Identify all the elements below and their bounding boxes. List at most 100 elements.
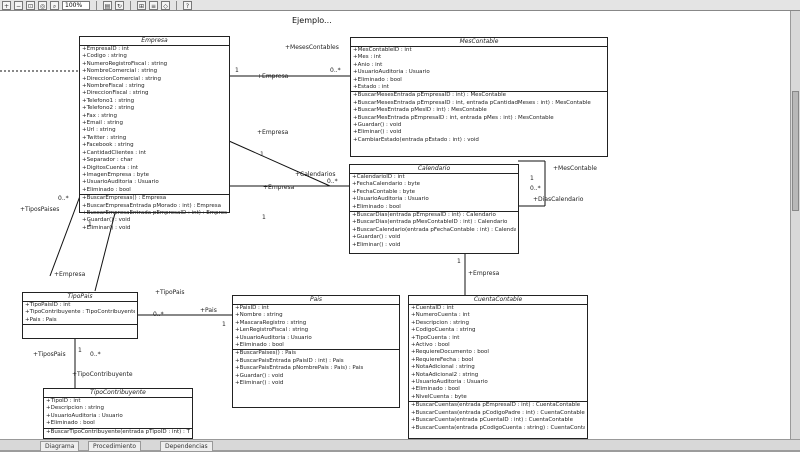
method: +BuscarMesEntrada pEmpresaID : int, entr…: [353, 114, 554, 121]
multiplicity: 0..*: [153, 311, 164, 318]
zoom-out-icon[interactable]: −: [14, 0, 23, 10]
attribute: +UsuarioAuditoria : Usuario: [235, 334, 312, 341]
attribute: +DireccionComercial : string: [82, 75, 161, 82]
class-pais[interactable]: Pais +PaisID : int +Nombre : string +Mas…: [232, 295, 400, 408]
attribute: +ImagenEmpresa : byte: [82, 171, 150, 178]
method: +BuscarCuenta(entrada pCodigoCuenta : st…: [411, 424, 585, 431]
method: +BuscarMesesEntrada pEmpresaID : int, en…: [353, 99, 591, 106]
methods-compartment: +BuscarDias(entrada pEmpresaID : int) : …: [350, 212, 518, 249]
tab-dependencias[interactable]: Dependencias: [160, 441, 213, 452]
attribute: +Codigo : string: [82, 53, 127, 60]
zoom-select[interactable]: 100%: [62, 0, 90, 10]
attribute: +Anio : int: [353, 61, 383, 68]
attributes-compartment: +CalendarioID : int +FechaCalendario : b…: [350, 174, 518, 213]
methods-compartment: +BuscarTipoContribuyente(entrada pTipoID…: [44, 429, 192, 436]
attribute: +NivelCuenta : byte: [411, 393, 467, 400]
method: +BuscarCuenta(entrada pCuentaID : int) :…: [411, 417, 573, 424]
attribute: +RequiereDocumento : bool: [411, 349, 489, 356]
align-icon[interactable]: ≡: [149, 0, 158, 10]
attribute: +TipoPaisID : int: [25, 302, 71, 308]
class-name: TipoContribuyente: [44, 389, 192, 398]
attributes-compartment: +EmpresaID : int +Codigo : string +Numer…: [80, 46, 229, 196]
toolbar: + − ⊡ ◎ ⌕ 100% ▤ ↻ ⊞ ≡ ◇ ?: [0, 0, 800, 11]
toolbar-separator: [96, 0, 97, 10]
multiplicity: 0..*: [330, 67, 341, 74]
attribute: +Email : string: [82, 120, 124, 127]
attribute: +Eliminado : bool: [353, 76, 402, 83]
role-label: +TiposPais: [33, 351, 66, 358]
multiplicity: 1: [260, 151, 264, 158]
attributes-compartment: +MesContableID : int +Mes : int +Anio : …: [351, 47, 607, 93]
class-name: Calendario: [350, 165, 518, 174]
zoom-in-icon[interactable]: +: [2, 0, 11, 10]
attribute: +UsuarioAuditoria : Usuario: [352, 196, 429, 203]
attribute: +CalendarioID : int: [352, 174, 405, 180]
method: +BuscarCalendario(entrada pFechaContable…: [352, 226, 516, 233]
attribute: +Eliminado : bool: [352, 203, 401, 210]
multiplicity: 1: [457, 258, 461, 265]
horizontal-scrollbar[interactable]: Diagrama Procedimiento Dependencias: [0, 439, 800, 452]
assoc-empresa-calendario-a: [228, 140, 331, 187]
class-name: TipoPais: [23, 293, 137, 302]
tab-diagrama[interactable]: Diagrama: [40, 441, 80, 452]
attribute: +NumeroCuenta : int: [411, 312, 470, 319]
role-label: +TipoContribuyente: [72, 371, 133, 378]
method: +BuscarPaisEntrada pNombrePais : Pais) :…: [235, 365, 364, 372]
class-empresa[interactable]: Empresa +EmpresaID : int +Codigo : strin…: [79, 36, 230, 231]
zoom-area-icon[interactable]: ⌕: [50, 0, 59, 10]
role-label: +Empresa: [468, 270, 500, 277]
vertical-scrollbar[interactable]: [790, 11, 800, 439]
method: +BuscarMesesEntrada pEmpresaID : int) : …: [353, 92, 507, 99]
method: +BuscarEmpresaEntrada pMorado : int) : E…: [82, 202, 222, 209]
method: +Guardar() : void: [353, 122, 402, 129]
multiplicity: 0..*: [90, 351, 101, 358]
role-label: +TipoPais: [155, 289, 185, 296]
attribute: +Descripcion : string: [411, 319, 469, 326]
attribute: +Descripcion : string: [46, 405, 104, 412]
class-cuentacontable[interactable]: CuentaContable +CuentaID : int +NumeroCu…: [408, 295, 588, 439]
arrange-icon[interactable]: ◇: [161, 0, 170, 10]
method: +Guardar() : void: [235, 372, 284, 379]
method: +CambiarEstado(entrada pEstado : int) : …: [353, 136, 479, 143]
class-calendario[interactable]: Calendario +CalendarioID : int +FechaCal…: [349, 164, 519, 254]
class-tipopais[interactable]: TipoPais +TipoPaisID : int +TipoContribu…: [22, 292, 138, 339]
attribute: +Facebook : string: [82, 142, 134, 149]
class-mescontable[interactable]: MesContable +MesContableID : int +Mes : …: [350, 37, 608, 157]
attribute: +RequiereFecha : bool: [411, 356, 474, 363]
zoom-fit-icon[interactable]: ⊡: [26, 0, 35, 10]
scroll-thumb[interactable]: [792, 91, 799, 211]
attribute: +UsuarioAuditoria : Usuario: [46, 412, 123, 419]
class-tipocontribuyente[interactable]: TipoContribuyente +TipoID : int +Descrip…: [43, 388, 193, 439]
zoom-normal-icon[interactable]: ◎: [38, 0, 47, 10]
help-icon[interactable]: ?: [183, 0, 192, 10]
method: +BuscarDias(entrada pMesContableID : int…: [352, 219, 508, 226]
tab-procedimiento[interactable]: Procedimiento: [88, 441, 142, 452]
role-label: +Empresa: [54, 271, 86, 278]
method: +Eliminar() : void: [82, 224, 131, 231]
refresh-icon[interactable]: ↻: [115, 0, 124, 10]
multiplicity: 1: [235, 67, 239, 74]
method: +BuscarPaisEntrada pPaisID : int) : Pais: [235, 357, 344, 364]
attribute: +UsuarioAuditoria : Usuario: [82, 179, 159, 186]
attribute: +Separador : char: [82, 157, 133, 164]
attributes-compartment: +CuentaID : int +NumeroCuenta : int +Des…: [409, 305, 587, 403]
role-label: +Empresa: [263, 184, 295, 191]
attribute: +Estado : int: [353, 84, 389, 91]
toolbar-separator: [176, 0, 177, 10]
method: +Eliminar() : void: [352, 241, 401, 248]
diagram-canvas[interactable]: Ejemplo... Empresa +EmpresaID: int +Cod…: [0, 11, 790, 439]
attribute: +UsuarioAuditoria : Usuario: [411, 379, 488, 386]
class-name: Pais: [233, 296, 399, 305]
print-icon[interactable]: ▤: [103, 0, 112, 10]
attribute: +EmpresaID : int: [82, 46, 130, 52]
multiplicity: 1: [222, 321, 226, 328]
method: +BuscarMesEntrada pMesID : int) : MesCon…: [353, 107, 487, 114]
attribute: +NombreComercial : string: [82, 68, 158, 75]
layout-icon[interactable]: ⊞: [137, 0, 146, 10]
multiplicity: 1: [530, 175, 534, 182]
attribute: +TipoID : int: [46, 398, 81, 404]
attribute: +Fax : string: [82, 112, 118, 119]
multiplicity: 0..*: [58, 195, 69, 202]
multiplicity: 0..*: [530, 185, 541, 192]
method: +Guardar() : void: [82, 217, 131, 224]
